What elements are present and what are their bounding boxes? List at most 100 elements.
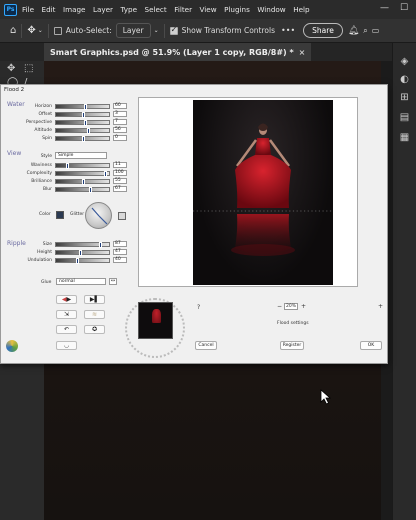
slider-thumb[interactable] [87,127,90,134]
close-tab-icon[interactable]: × [299,48,306,57]
adjustments-icon[interactable]: ◐ [398,73,411,86]
auto-select-dropdown[interactable]: Layer [115,23,151,38]
move-tool-icon[interactable]: ✥ [27,25,35,36]
more-icon[interactable]: ••• [281,26,295,35]
auto-select-label: Auto-Select: [65,26,112,35]
menu-bar: Ps File Edit Image Layer Type Select Fil… [0,0,416,19]
perspective-value-field[interactable]: 7 [113,119,127,125]
channels-icon[interactable]: ⊞ [398,91,411,104]
slider-thumb[interactable] [82,111,85,118]
slider-row-complexity: Complexity 100 [11,170,129,177]
altitude-slider[interactable] [55,127,110,134]
menu-filter[interactable]: Filter [174,5,192,14]
style-select[interactable]: Simple [55,152,107,159]
properties-icon[interactable]: ▤ [398,111,411,124]
menu-edit[interactable]: Edit [42,5,56,14]
menu-help[interactable]: Help [293,5,309,14]
layers-icon[interactable]: ◈ [398,55,411,68]
help-button[interactable]: ? [197,304,200,311]
undulation-slider[interactable] [55,257,110,264]
slider-row-horizon: Horizon 60 [11,103,129,110]
ok-button[interactable]: OK [360,341,382,350]
home-icon[interactable]: ⌂ [10,25,16,36]
horizon-value-field[interactable]: 60 [113,103,127,109]
play-forward-icon[interactable]: ◀ ▶ [56,295,77,304]
search-icon[interactable]: ⌕ [363,26,367,36]
move-tool-icon[interactable]: ✥ [7,63,15,74]
menu-window[interactable]: Window [257,5,285,14]
glitter-swatch[interactable] [118,212,126,220]
zoom-out-button[interactable]: − [277,303,282,310]
blur-slider[interactable] [55,186,110,193]
menu-select[interactable]: Select [145,5,167,14]
menu-file[interactable]: File [22,5,34,14]
expand-button[interactable]: + [378,303,383,310]
altitude-value-field[interactable]: 56 [113,127,127,133]
preview-image[interactable] [193,100,333,285]
spin-value-field[interactable]: 0 [113,135,127,141]
direction-dial[interactable] [85,202,112,229]
document-tab[interactable]: Smart Graphics.psd @ 51.9% (Layer 1 copy… [44,43,312,61]
complexity-slider[interactable] [55,170,110,177]
undo-icon[interactable]: ↶ [56,325,77,334]
menu-type[interactable]: Type [121,5,138,14]
chevron-down-icon[interactable]: ⌄ [154,27,159,34]
chevron-down-icon[interactable]: ⌄ [38,27,43,34]
paint-icon[interactable]: ≋ [84,310,105,319]
register-button[interactable]: Register [280,341,304,350]
marquee-tool-icon[interactable]: ⬚ [24,63,33,74]
share-button[interactable]: Share [303,23,343,38]
preset-icon[interactable]: ✪ [84,325,105,334]
complexity-value-field[interactable]: 100 [113,170,127,176]
height-slider[interactable] [55,249,110,256]
offset-value-field[interactable]: 3 [113,111,127,117]
waviness-value-field[interactable]: 11 [113,162,127,168]
perspective-slider[interactable] [55,119,110,126]
auto-select-checkbox[interactable] [53,26,62,35]
menu-layer[interactable]: Layer [93,5,113,14]
slider-thumb[interactable] [84,119,87,126]
brilliance-value-field[interactable]: 55 [113,178,127,184]
dial-needle-icon [91,207,108,225]
blur-value-field[interactable]: 67 [113,186,127,192]
slider-thumb[interactable] [82,135,85,142]
move-up-icon[interactable]: ⇲ [56,310,77,319]
notification-bell-icon[interactable]: 🔔︎ [348,26,359,36]
slider-thumb[interactable] [76,257,79,264]
plugin-logo-icon [6,340,18,352]
brilliance-slider[interactable] [55,178,110,185]
height-value-field[interactable]: 47 [113,249,127,255]
play-icon[interactable]: ▶▌ [84,295,105,304]
slider-thumb[interactable] [66,162,69,169]
minimize-button[interactable]: — [380,3,389,13]
offset-slider[interactable] [55,111,110,118]
glue-options-button[interactable]: ↔ [109,278,117,285]
libraries-icon[interactable]: ▦ [398,131,411,144]
slider-thumb[interactable] [99,241,102,248]
horizon-slider[interactable] [55,103,110,110]
reset-icon[interactable]: ◡ [56,341,77,350]
menu-plugins[interactable]: Plugins [224,5,250,14]
glue-select[interactable]: normal [56,278,106,285]
transform-controls-checkbox[interactable] [169,25,178,35]
size-value-field[interactable]: 87 [113,241,127,247]
cancel-button[interactable]: Cancel [195,341,217,350]
spin-slider[interactable] [55,135,110,142]
zoom-level-field[interactable]: 20% [284,303,298,310]
undulation-value-field[interactable]: 40 [113,257,127,263]
color-swatch[interactable] [56,211,64,219]
slider-thumb[interactable] [104,170,107,177]
slider-thumb[interactable] [89,186,92,193]
size-slider[interactable] [55,241,110,248]
waviness-slider[interactable] [55,162,110,169]
slider-row-waviness: Waviness 11 [11,162,129,169]
navigator-thumbnail[interactable] [138,302,173,339]
maximize-button[interactable]: ☐ [400,3,408,13]
workspace-icon[interactable]: ▭ [372,26,380,35]
slider-thumb[interactable] [84,103,87,110]
slider-thumb[interactable] [82,178,85,185]
zoom-in-button[interactable]: + [301,303,306,310]
menu-image[interactable]: Image [63,5,86,14]
menu-view[interactable]: View [200,5,217,14]
slider-thumb[interactable] [79,249,82,256]
